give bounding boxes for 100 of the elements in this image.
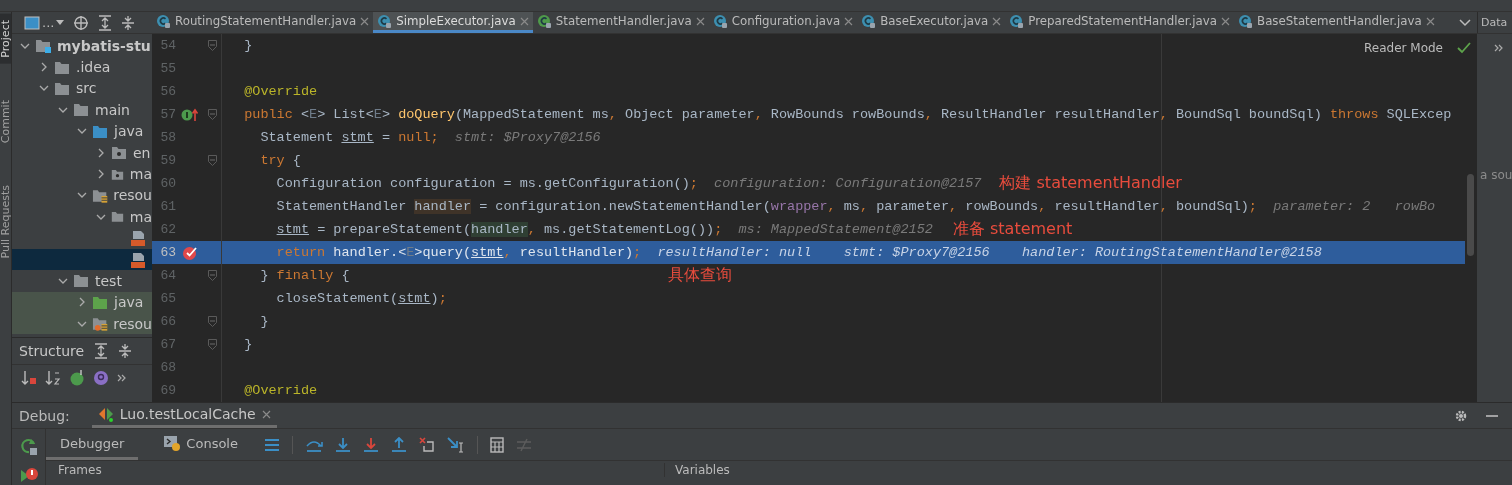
chevron-down-icon[interactable]	[58, 276, 68, 286]
reader-mode-toggle[interactable]: Reader Mode	[1364, 41, 1443, 55]
tree-item[interactable]: java	[12, 291, 152, 314]
inline-debug-value: stmt: $Proxy7@2156	[454, 130, 601, 145]
editor-tab[interactable]: BaseExecutor.java	[857, 12, 1006, 33]
close-icon[interactable]	[695, 16, 705, 26]
editor-tab[interactable]: SimpleExecutor.java	[373, 12, 533, 33]
chevron-right-icon[interactable]	[39, 62, 49, 73]
xml-file-icon	[130, 230, 146, 247]
sort-by-visibility-icon[interactable]	[21, 370, 37, 386]
chevron-right-icon[interactable]	[77, 297, 87, 308]
code-token: ,	[859, 199, 870, 214]
close-icon[interactable]	[992, 16, 1002, 26]
expand-all-icon[interactable]	[94, 343, 109, 359]
chevron-right-icon[interactable]	[96, 169, 106, 180]
code-token: stmt	[471, 245, 504, 260]
locate-icon[interactable]	[73, 14, 90, 31]
settings-icon[interactable]	[1454, 408, 1468, 423]
tree-item[interactable]	[12, 248, 152, 271]
force-step-into-icon[interactable]	[362, 436, 379, 453]
rerun-icon[interactable]	[19, 437, 38, 455]
tree-item[interactable]: en	[12, 141, 152, 164]
console-icon	[164, 435, 181, 451]
debugger-tab[interactable]: Debugger	[46, 429, 139, 460]
editor-tab[interactable]: BaseStatementHandler.java	[1234, 12, 1439, 33]
tree-item[interactable]: java	[12, 120, 152, 142]
more-icon[interactable]	[1494, 43, 1504, 53]
tree-item[interactable]: resou	[12, 313, 152, 335]
editor-tab[interactable]: RoutingStatementHandler.java	[152, 12, 374, 33]
code-token: Configuration configuration = ms.getConfiguration()	[276, 176, 690, 191]
resume-error-icon[interactable]	[19, 467, 38, 485]
close-icon[interactable]	[1221, 16, 1231, 26]
inherited-members-icon[interactable]	[69, 370, 85, 386]
editor-tab[interactable]: Configuration.java	[708, 12, 858, 33]
code-token: ;	[689, 176, 698, 191]
close-icon[interactable]	[261, 409, 271, 419]
editor-tab[interactable]: PreparedStatementHandler.java	[1005, 12, 1235, 33]
folder-icon	[92, 123, 109, 139]
fold-marker-icon[interactable]	[208, 109, 217, 120]
breakpoint-icon[interactable]	[182, 244, 198, 261]
inline-debug-value: handler: RoutingStatementHandler@2158	[1022, 245, 1322, 260]
editor-tab[interactable]: StatementHandler.java	[532, 12, 709, 33]
structure-title: Structure	[19, 343, 85, 359]
tree-item-label: src	[76, 80, 97, 97]
run-to-cursor-icon[interactable]	[446, 436, 465, 453]
close-icon[interactable]	[360, 16, 370, 26]
sort-alphabetically-icon[interactable]	[45, 370, 61, 386]
calculator-icon[interactable]	[489, 436, 504, 453]
fold-marker-icon[interactable]	[208, 40, 217, 51]
fold-marker-icon[interactable]	[208, 270, 217, 281]
tree-item-label: en	[133, 144, 151, 161]
window-icon	[24, 15, 40, 30]
step-into-icon[interactable]	[334, 436, 351, 453]
code-token: (MappedStatement ms	[454, 107, 609, 122]
tree-item[interactable]: ma	[12, 206, 152, 228]
collapse-all-icon[interactable]	[118, 343, 133, 359]
chevron-down-icon[interactable]	[1459, 18, 1471, 27]
code-token: stmt	[398, 291, 431, 306]
tree-item-label: resou	[113, 315, 152, 332]
fold-marker-icon[interactable]	[208, 316, 217, 327]
folder-icon	[54, 80, 71, 96]
code-token: stmt	[276, 222, 309, 237]
fold-marker-icon[interactable]	[208, 155, 217, 166]
line-number: 66	[159, 314, 176, 329]
folder-icon	[111, 209, 125, 225]
tree-item[interactable]: ma	[12, 163, 152, 185]
annotation-note: 准备 statement	[952, 219, 1073, 240]
close-icon[interactable]	[844, 16, 854, 26]
threads-menu-icon[interactable]	[263, 437, 280, 452]
implements-marker-icon[interactable]	[181, 107, 199, 122]
fold-marker-icon[interactable]	[208, 339, 217, 350]
tree-item-label: .idea	[76, 59, 111, 76]
inline-debug-value: stmt: $Proxy7@2156	[843, 245, 990, 260]
project-view-dropdown[interactable]: ...	[24, 15, 65, 30]
database-tool-tab[interactable]: Data	[1477, 12, 1512, 33]
more-icon[interactable]	[117, 373, 127, 383]
tree-item[interactable]: resou	[12, 184, 152, 207]
tree-item[interactable]: src	[12, 77, 152, 100]
class-file-icon	[377, 13, 393, 29]
line-number: 64	[159, 268, 176, 283]
chevron-right-icon[interactable]	[96, 147, 106, 158]
side-panel-text: a sou	[1480, 168, 1512, 182]
resources-folder-icon	[92, 316, 109, 332]
code-token: E	[406, 245, 415, 260]
debugger-tab[interactable]: Console	[150, 429, 252, 460]
tree-item[interactable]: .idea	[12, 56, 152, 78]
scrollbar-thumb[interactable]	[1467, 174, 1474, 256]
code-token: stmt	[341, 130, 374, 145]
expand-all-icon[interactable]	[98, 14, 113, 31]
step-out-icon[interactable]	[390, 436, 407, 453]
close-icon[interactable]	[519, 16, 529, 26]
collapse-all-icon[interactable]	[121, 14, 136, 31]
code-token: SQLExcep	[1386, 107, 1452, 122]
drop-frame-icon[interactable]	[418, 436, 435, 453]
line-number: 57	[159, 107, 176, 122]
properties-icon[interactable]	[93, 370, 109, 386]
tree-item[interactable]: test	[12, 270, 152, 292]
tree-item[interactable]: main	[12, 99, 152, 121]
tree-item[interactable]: mybatis-stu	[12, 35, 152, 57]
close-icon[interactable]	[1425, 16, 1435, 26]
